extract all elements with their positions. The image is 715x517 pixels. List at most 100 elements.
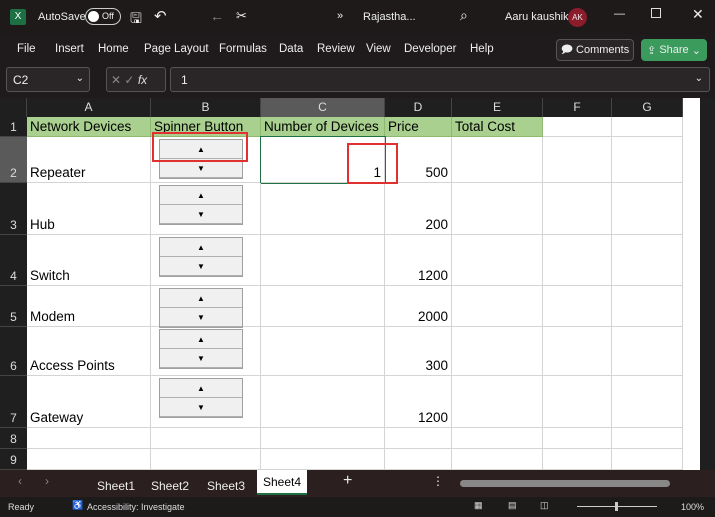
- normal-view-icon[interactable]: ▦: [474, 500, 483, 511]
- more-commands-icon[interactable]: »: [337, 10, 343, 22]
- cell-G1[interactable]: [612, 117, 683, 137]
- cell-E4[interactable]: [452, 235, 543, 286]
- menu-home[interactable]: Home: [98, 43, 129, 55]
- undo-icon[interactable]: ↶: [154, 7, 167, 25]
- spinner-button[interactable]: ▲ ▼: [159, 288, 243, 328]
- page-break-view-icon[interactable]: ◫: [540, 500, 549, 511]
- cell-C9[interactable]: [261, 449, 385, 470]
- cell-F8[interactable]: [543, 428, 612, 449]
- file-name[interactable]: Rajastha...: [363, 11, 416, 23]
- spin-up-icon[interactable]: ▲: [160, 330, 242, 349]
- cell-A4[interactable]: Switch: [27, 235, 151, 286]
- cell-E5[interactable]: [452, 286, 543, 327]
- spin-down-icon[interactable]: ▼: [160, 308, 242, 327]
- zoom-level[interactable]: 100%: [681, 502, 704, 512]
- cell-E6[interactable]: [452, 327, 543, 376]
- comments-button[interactable]: 🗩 Comments: [556, 39, 634, 61]
- menu-insert[interactable]: Insert: [55, 43, 84, 55]
- spinner-button[interactable]: ▲ ▼: [159, 237, 243, 277]
- cell-A7[interactable]: Gateway: [27, 376, 151, 428]
- horizontal-scrollbar[interactable]: [460, 480, 670, 487]
- cell-G6[interactable]: [612, 327, 683, 376]
- spinner-button[interactable]: ▲ ▼: [159, 329, 243, 369]
- menu-view[interactable]: View: [366, 43, 391, 55]
- menu-page-layout[interactable]: Page Layout: [144, 43, 209, 55]
- cell-G7[interactable]: [612, 376, 683, 428]
- cell-C3[interactable]: [261, 183, 385, 235]
- menu-review[interactable]: Review: [317, 43, 355, 55]
- cell-F9[interactable]: [543, 449, 612, 470]
- add-sheet-icon[interactable]: +: [343, 472, 352, 490]
- row-header-2[interactable]: 2: [0, 137, 27, 183]
- cell-G9[interactable]: [612, 449, 683, 470]
- autosave-toggle[interactable]: Off: [85, 8, 121, 25]
- row-header-8[interactable]: 8: [0, 428, 27, 449]
- cell-F5[interactable]: [543, 286, 612, 327]
- share-button[interactable]: ⇪ Share ⌄: [641, 39, 707, 61]
- enter-icon[interactable]: ✓: [124, 73, 134, 87]
- fx-icon[interactable]: fx: [138, 73, 147, 87]
- row-header-9[interactable]: 9: [0, 449, 27, 470]
- cell-E2[interactable]: [452, 137, 543, 183]
- cell-E3[interactable]: [452, 183, 543, 235]
- formula-input[interactable]: 1 ⌄: [170, 67, 710, 92]
- cell-F7[interactable]: [543, 376, 612, 428]
- spin-down-icon[interactable]: ▼: [160, 205, 242, 224]
- close-icon[interactable]: ✕: [692, 6, 704, 23]
- name-box[interactable]: C2 ⌄: [6, 67, 90, 92]
- cell-A2[interactable]: Repeater: [27, 137, 151, 183]
- spin-up-icon[interactable]: ▲: [160, 289, 242, 308]
- worksheet-grid[interactable]: A B C D E F G 1 Network Devices Spinner Button Num…: [0, 98, 700, 470]
- search-icon[interactable]: ⌕: [460, 7, 468, 24]
- menu-help[interactable]: Help: [470, 43, 494, 55]
- sheet-tab-sheet1[interactable]: Sheet1: [97, 479, 135, 493]
- cell-G5[interactable]: [612, 286, 683, 327]
- vertical-scrollbar[interactable]: [700, 98, 715, 470]
- select-all[interactable]: [0, 98, 27, 117]
- row-header-7[interactable]: 7: [0, 376, 27, 428]
- cell-C1[interactable]: Number of Devices: [261, 117, 385, 137]
- cell-G3[interactable]: [612, 183, 683, 235]
- cell-A6[interactable]: Access Points: [27, 327, 151, 376]
- cell-F2[interactable]: [543, 137, 612, 183]
- cell-C6[interactable]: [261, 327, 385, 376]
- cell-A3[interactable]: Hub: [27, 183, 151, 235]
- column-header-E[interactable]: E: [452, 98, 543, 117]
- spin-down-icon[interactable]: ▼: [160, 398, 242, 417]
- cell-D4[interactable]: 1200: [385, 235, 452, 286]
- cell-F4[interactable]: [543, 235, 612, 286]
- row-header-3[interactable]: 3: [0, 183, 27, 235]
- cell-E8[interactable]: [452, 428, 543, 449]
- cell-C7[interactable]: [261, 376, 385, 428]
- maximize-icon[interactable]: [651, 8, 661, 18]
- zoom-slider[interactable]: [577, 502, 657, 511]
- cell-B9[interactable]: [151, 449, 261, 470]
- accessibility-status[interactable]: Accessibility: Investigate: [87, 502, 185, 512]
- prev-sheet-icon[interactable]: ‹: [18, 474, 22, 488]
- chevron-down-icon[interactable]: ⌄: [76, 73, 84, 84]
- cell-G8[interactable]: [612, 428, 683, 449]
- cell-A5[interactable]: Modem: [27, 286, 151, 327]
- column-header-C[interactable]: C: [261, 98, 385, 117]
- menu-data[interactable]: Data: [279, 43, 303, 55]
- spin-up-icon[interactable]: ▲: [160, 186, 242, 205]
- cell-F6[interactable]: [543, 327, 612, 376]
- tab-options-icon[interactable]: ⋮: [432, 474, 444, 488]
- cell-G4[interactable]: [612, 235, 683, 286]
- cell-C8[interactable]: [261, 428, 385, 449]
- cell-E1[interactable]: Total Cost: [452, 117, 543, 137]
- spin-up-icon[interactable]: ▲: [160, 379, 242, 398]
- menu-developer[interactable]: Developer: [404, 43, 456, 55]
- spin-down-icon[interactable]: ▼: [160, 257, 242, 276]
- spin-up-icon[interactable]: ▲: [160, 238, 242, 257]
- sheet-tab-sheet3[interactable]: Sheet3: [207, 479, 245, 493]
- sheet-tab-sheet4[interactable]: Sheet4: [257, 470, 308, 495]
- cell-G2[interactable]: [612, 137, 683, 183]
- cell-D5[interactable]: 2000: [385, 286, 452, 327]
- row-header-6[interactable]: 6: [0, 327, 27, 376]
- row-header-1[interactable]: 1: [0, 117, 27, 137]
- cell-A9[interactable]: [27, 449, 151, 470]
- spin-down-icon[interactable]: ▼: [160, 349, 242, 368]
- column-header-G[interactable]: G: [612, 98, 683, 117]
- cell-D1[interactable]: Price: [385, 117, 452, 137]
